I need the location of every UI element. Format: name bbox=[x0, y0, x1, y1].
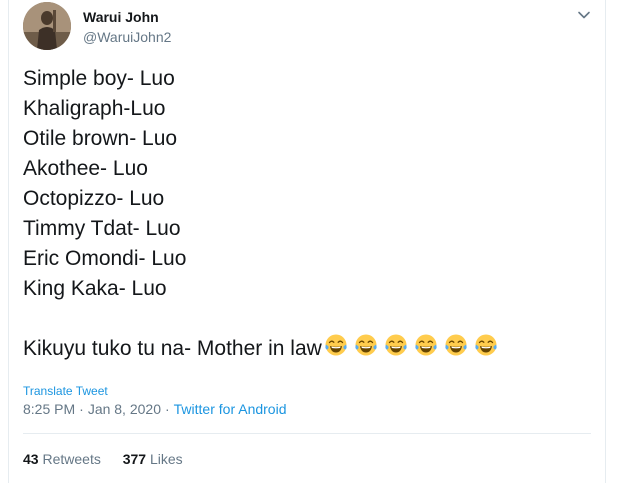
face-with-tears-of-joy-icon bbox=[384, 333, 408, 357]
retweets-stat[interactable]: 43 Retweets bbox=[23, 451, 101, 467]
tweet-stats: 43 Retweets 377 Likes bbox=[23, 451, 201, 467]
tweet-time[interactable]: 8:25 PM bbox=[23, 401, 75, 417]
retweets-label: Retweets bbox=[42, 451, 101, 467]
translate-tweet-link[interactable]: Translate Tweet bbox=[23, 384, 108, 398]
likes-stat[interactable]: 377 Likes bbox=[123, 451, 183, 467]
likes-count: 377 bbox=[122, 451, 147, 467]
chevron-down-icon[interactable] bbox=[577, 8, 591, 22]
tweet-line: Simple boy- Luo bbox=[23, 67, 175, 90]
face-with-tears-of-joy-icon bbox=[444, 333, 468, 357]
divider bbox=[23, 433, 591, 434]
tweet-card: Warui John @WaruiJohn2 Simple boy- Luo K… bbox=[8, 0, 606, 483]
face-with-tears-of-joy-icon bbox=[324, 333, 348, 357]
meta-separator: · bbox=[79, 401, 84, 417]
tweet-meta: 8:25 PM · Jan 8, 2020 · Twitter for Android bbox=[23, 401, 286, 417]
tweet-text: Simple boy- Luo Khaligraph-Luo Otile bro… bbox=[23, 64, 583, 364]
author-name[interactable]: Warui John bbox=[83, 9, 159, 25]
tweet-line: Eric Omondi- Luo bbox=[23, 247, 187, 270]
tweet-source[interactable]: Twitter for Android bbox=[174, 401, 287, 417]
tweet-line: Otile brown- Luo bbox=[23, 127, 178, 150]
face-with-tears-of-joy-icon bbox=[414, 333, 438, 357]
likes-label: Likes bbox=[149, 451, 183, 467]
tweet-date[interactable]: Jan 8, 2020 bbox=[88, 401, 161, 417]
author-handle[interactable]: @WaruiJohn2 bbox=[83, 29, 171, 45]
avatar[interactable] bbox=[23, 2, 71, 50]
retweets-count: 43 bbox=[23, 451, 39, 467]
tweet-line: Timmy Tdat- Luo bbox=[23, 217, 181, 240]
tweet-last-line: Kikuyu tuko tu na- Mother in law bbox=[23, 334, 583, 364]
face-with-tears-of-joy-icon bbox=[474, 333, 498, 357]
tweet-line: Octopizzo- Luo bbox=[23, 187, 165, 210]
avatar-image bbox=[23, 2, 71, 50]
emoji-row bbox=[322, 333, 498, 366]
tweet-line: Khaligraph-Luo bbox=[23, 97, 166, 120]
tweet-line: Akothee- Luo bbox=[23, 157, 148, 180]
tweet-line: King Kaka- Luo bbox=[23, 277, 167, 300]
meta-separator: · bbox=[164, 401, 170, 417]
tweet-line: Kikuyu tuko tu na- Mother in law bbox=[23, 337, 322, 360]
face-with-tears-of-joy-icon bbox=[354, 333, 378, 357]
